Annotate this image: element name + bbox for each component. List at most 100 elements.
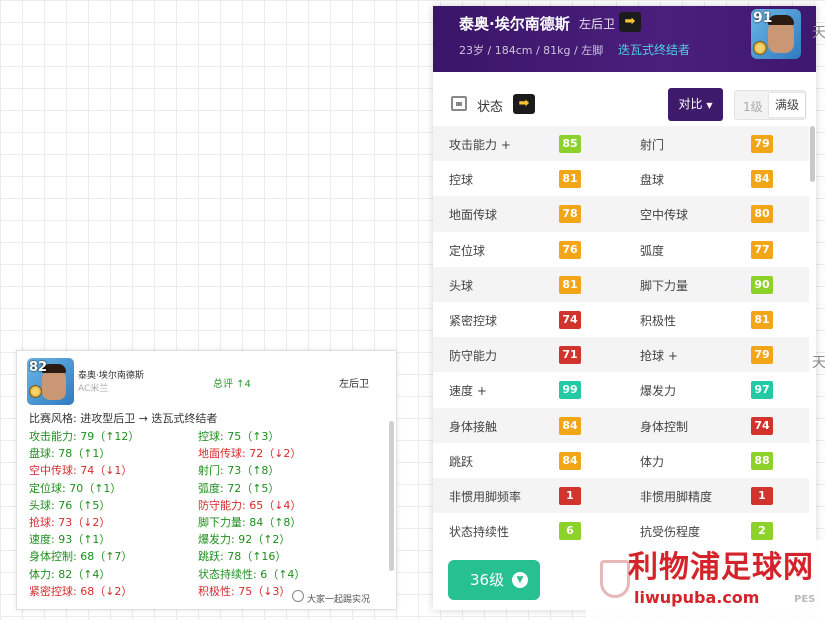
status-label: 状态 (477, 100, 504, 115)
stat-change-item: 紧密控球: 68（↓2） (29, 584, 133, 598)
stat-value-badge: 80 (751, 205, 773, 224)
stat-change-list: 攻击能力: 79（↑12） 控球: 75（↑3） 盘球: 78（↑1） 地面传球: 7… (29, 428, 369, 600)
style-change: 比赛风格: 进攻型后卫 → 迭瓦式终结者 (29, 412, 218, 425)
stat-row: 攻击能力 + 85 射门 79 (433, 126, 809, 162)
stat-value-badge: 84 (559, 416, 581, 435)
stat-name: 爆发力 (640, 384, 677, 399)
watermark: 利物浦足球网 liwupuba.com PES (586, 540, 825, 620)
stat-value-badge: 76 (559, 240, 581, 259)
stat-value-badge: 99 (559, 381, 581, 400)
scrollbar[interactable] (810, 126, 815, 182)
stat-change-item: 控球: 75（↑3） (198, 430, 280, 443)
chevron-down-icon: ▼ (512, 572, 528, 588)
stat-value-badge: 90 (751, 275, 773, 294)
stat-value-badge: 71 (559, 346, 581, 365)
stat-change-item: 防守能力: 65（↓4） (198, 498, 302, 512)
stat-value-badge: 74 (751, 416, 773, 435)
stat-value-badge: 88 (751, 451, 773, 470)
stat-row: 防守能力 71 抢球 + 79 (433, 337, 809, 373)
stat-name: 控球 (449, 173, 474, 188)
stat-change-item: 状态持续性: 6（↑4） (198, 567, 306, 581)
stat-value-badge: 81 (751, 310, 773, 329)
shield-icon (600, 560, 630, 598)
level-toggle[interactable]: 1级 满级 (734, 90, 806, 120)
stat-row: 跳跃 84 体力 88 (433, 443, 809, 478)
caret-down-icon: ▼ (706, 101, 713, 110)
stat-change-row: 速度: 93（↑1） 爆发力: 92（↑2） (29, 531, 369, 548)
stat-row: 非惯用脚频率 1 非惯用脚精度 1 (433, 477, 809, 514)
stat-name: 弧度 (640, 243, 665, 258)
player-position: 左后卫 (339, 379, 369, 390)
stat-change-item: 盘球: 78（↑1） (29, 447, 111, 461)
player-club: AC米兰 (78, 384, 109, 394)
stat-change-row: 定位球: 70（↑1） 弧度: 72（↑5） (29, 480, 369, 497)
playing-style[interactable]: 迭瓦式终结者 (618, 41, 690, 58)
stat-change-row: 空中传球: 74（↓1） 射门: 73（↑8） (29, 462, 369, 479)
stat-value-badge: 6 (559, 522, 581, 541)
stat-row: 定位球 76 弧度 77 (433, 232, 809, 267)
stat-value-badge: 97 (751, 381, 773, 400)
stat-value-badge: 85 (559, 135, 581, 153)
stat-value-badge: 84 (751, 170, 773, 189)
stat-change-item: 跳跃: 78（↑16） (198, 550, 287, 564)
stat-change-row: 攻击能力: 79（↑12） 控球: 75（↑3） (29, 428, 369, 445)
scrollbar[interactable] (389, 421, 394, 571)
level-1-option[interactable]: 1级 (743, 98, 763, 115)
player-rating: 91 (753, 10, 773, 26)
stat-value-badge: 78 (559, 205, 581, 224)
stat-name: 紧密控球 (449, 313, 498, 328)
compare-button[interactable]: 对比 ▼ (668, 88, 723, 121)
stat-name: 地面传球 (449, 208, 498, 223)
level-max-option[interactable]: 满级 (769, 93, 805, 117)
player-header: 泰奥·埃尔南德斯 左后卫 ➡ 23岁 / 184cm / 81kg / 左脚 迭… (433, 6, 816, 72)
player-rating: 82 (29, 360, 48, 375)
player-name: 泰奥·埃尔南德斯 (78, 371, 144, 381)
arrow-right-icon[interactable]: ➡ (513, 94, 535, 114)
edge-text: 天 (812, 25, 825, 41)
wechat-icon (292, 590, 304, 602)
coin-badge-icon (753, 41, 767, 55)
stat-change-item: 脚下力量: 84（↑8） (198, 515, 302, 529)
stats-table: 攻击能力 + 85 射门 79 控球 81 盘球 84 地面传球 78 空中传球 80 定位球 76 弧度 7… (433, 126, 809, 548)
stat-name: 跳跃 (449, 454, 474, 469)
stat-name: 定位球 (449, 243, 486, 258)
edge-text: 天 (812, 355, 825, 371)
stat-value-badge: 81 (559, 170, 581, 189)
stat-value-badge: 81 (559, 275, 581, 294)
stat-name: 状态持续性 (449, 525, 510, 540)
stat-change-row: 盘球: 78（↑1） 地面传球: 72（↓2） (29, 445, 369, 462)
stat-name: 非惯用脚精度 (640, 489, 713, 504)
stat-value-badge: 74 (559, 310, 581, 329)
stat-change-item: 积极性: 75（↓3） (198, 584, 291, 598)
stat-name: 速度 + (449, 384, 487, 399)
stat-name: 积极性 (640, 313, 677, 328)
level-select-button[interactable]: 36级 ▼ (448, 560, 540, 600)
stat-change-item: 体力: 82（↑4） (29, 567, 111, 581)
stat-change-row: 体力: 82（↑4） 状态持续性: 6（↑4） (29, 566, 369, 583)
player-info: 23岁 / 184cm / 81kg / 左脚 (459, 44, 604, 57)
stat-value-badge: 1 (751, 486, 773, 505)
stat-name: 抢球 + (640, 349, 678, 364)
stat-row: 紧密控球 74 积极性 81 (433, 302, 809, 337)
comparison-card: 82 泰奥·埃尔南德斯 AC米兰 总评 ↑4 左后卫 比赛风格: 进攻型后卫 →… (16, 350, 397, 610)
stat-name: 射门 (640, 138, 665, 152)
stat-name: 抗受伤程度 (640, 525, 701, 540)
stat-row: 身体接触 84 身体控制 74 (433, 407, 809, 443)
stat-row: 控球 81 盘球 84 (433, 161, 809, 196)
arrow-right-icon[interactable]: ➡ (619, 12, 641, 32)
stat-name: 脚下力量 (640, 278, 689, 293)
stat-change-row: 抢球: 73（↓2） 脚下力量: 84（↑8） (29, 514, 369, 531)
stat-name: 体力 (640, 454, 665, 469)
stat-row: 地面传球 78 空中传球 80 (433, 196, 809, 232)
overall-change: 总评 ↑4 (213, 379, 251, 390)
stat-change-item: 射门: 73（↑8） (198, 464, 280, 478)
player-position: 左后卫 (579, 17, 616, 31)
stat-value-badge: 2 (751, 522, 773, 541)
stat-value-badge: 79 (751, 135, 773, 153)
compare-label: 对比 (678, 97, 703, 111)
stat-name: 防守能力 (449, 349, 498, 364)
wechat-label: 大家一起踢实况 (307, 595, 371, 605)
stat-row: 速度 + 99 爆发力 97 (433, 372, 809, 407)
stat-name: 空中传球 (640, 208, 689, 223)
stat-name: 攻击能力 + (449, 138, 511, 152)
